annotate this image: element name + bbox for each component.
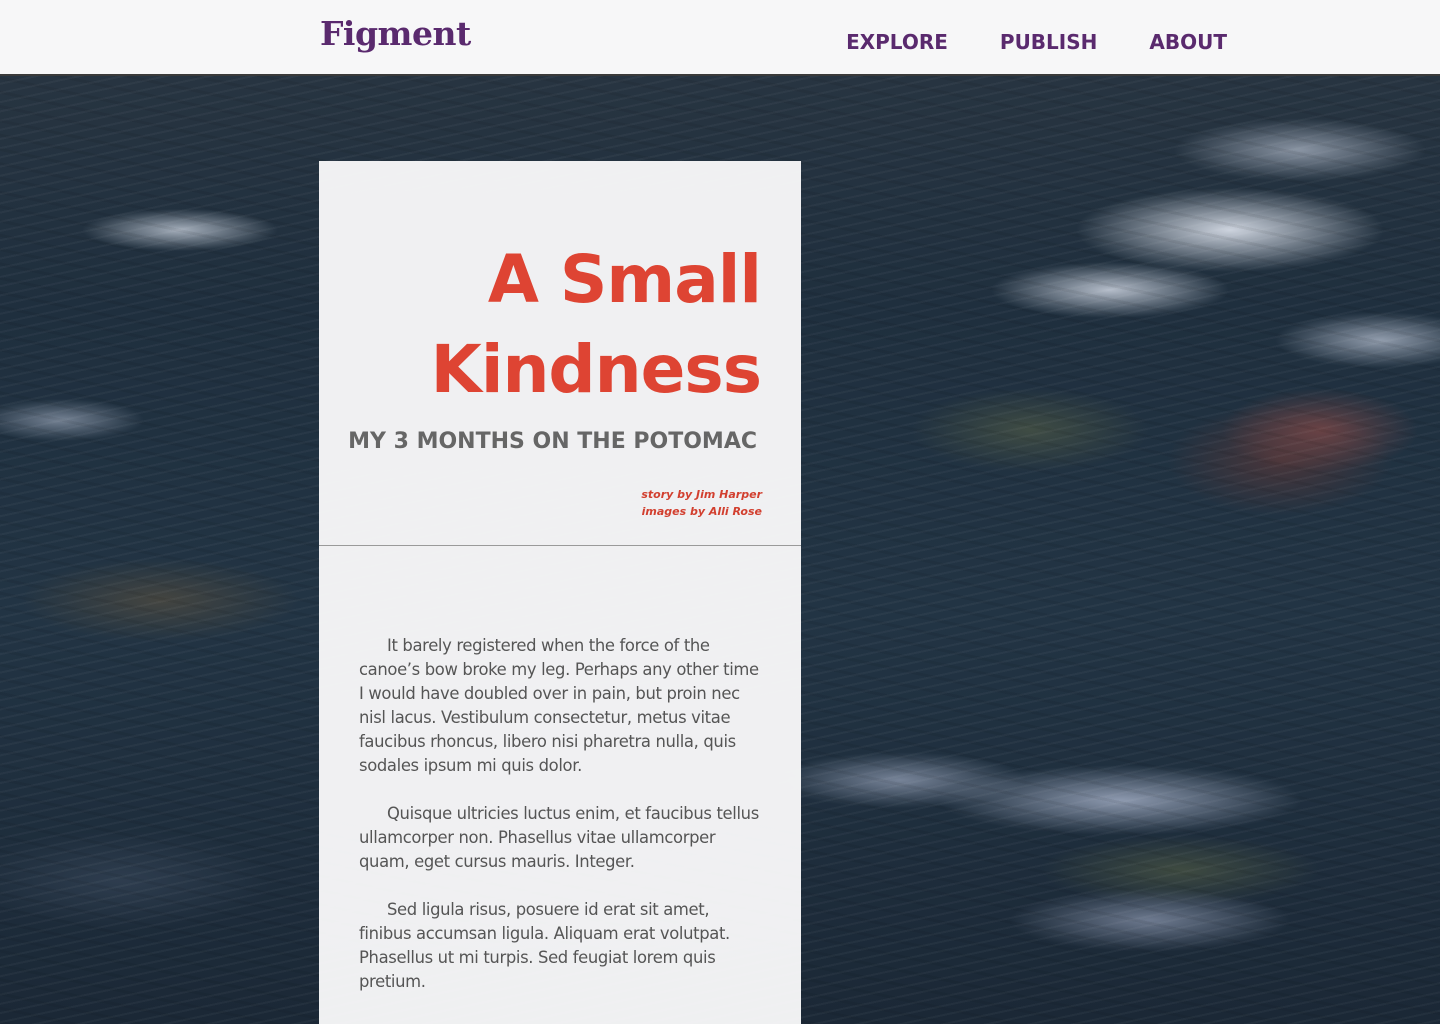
credit-images: images by Alli Rose <box>641 505 762 518</box>
nav-explore[interactable]: EXPLORE <box>846 30 948 54</box>
story-paragraph: Quisque ultricies luctus enim, et faucib… <box>359 804 759 871</box>
story-credits: story by Jim Harper images by Alli Rose <box>641 486 762 520</box>
story-body: It barely registered when the force of t… <box>319 546 801 994</box>
page: Figment EXPLORE PUBLISH ABOUT A Small Ki… <box>0 0 1440 1024</box>
story-card: A Small Kindness MY 3 MONTHS ON THE POTO… <box>319 161 801 1024</box>
story-header: A Small Kindness MY 3 MONTHS ON THE POTO… <box>319 161 801 546</box>
story-title: A Small Kindness <box>341 235 762 415</box>
story-paragraph: Sed ligula risus, posuere id erat sit am… <box>359 900 730 991</box>
site-header: Figment EXPLORE PUBLISH ABOUT <box>0 0 1440 76</box>
main-nav: EXPLORE PUBLISH ABOUT <box>794 30 1227 54</box>
logo[interactable]: Figment <box>320 14 471 53</box>
nav-publish[interactable]: PUBLISH <box>1000 30 1097 54</box>
nav-about[interactable]: ABOUT <box>1149 30 1227 54</box>
credit-story: story by Jim Harper <box>641 488 762 501</box>
story-subtitle: MY 3 MONTHS ON THE POTOMAC <box>348 429 757 454</box>
story-title-line2: Kindness <box>430 331 762 408</box>
story-paragraph: It barely registered when the force of t… <box>359 636 759 775</box>
story-title-line1: A Small <box>487 241 762 318</box>
